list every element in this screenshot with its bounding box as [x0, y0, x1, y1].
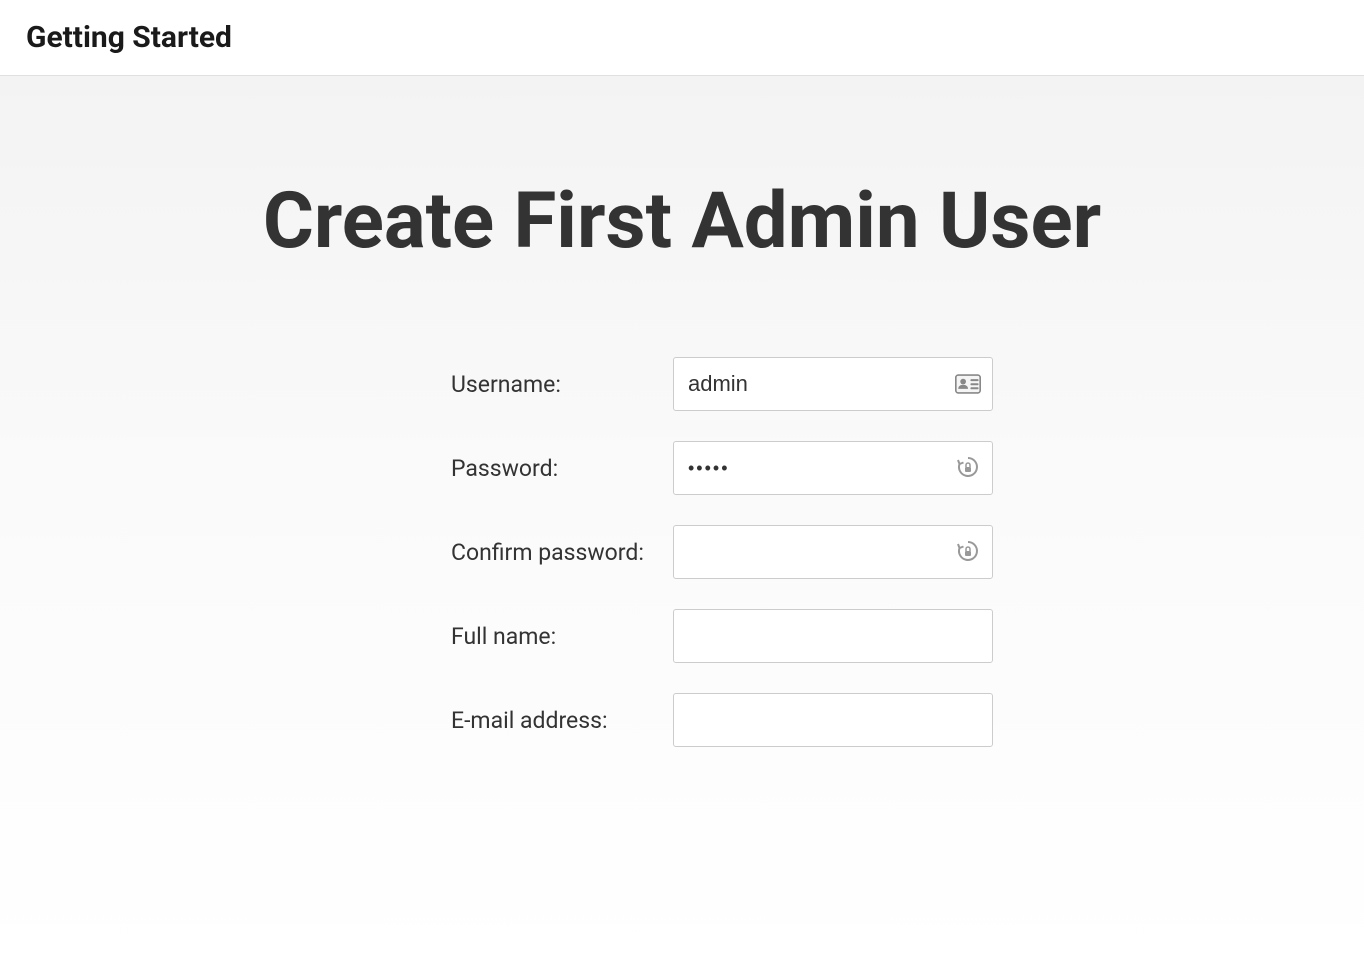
header-title: Getting Started — [26, 20, 1338, 55]
password-label: Password: — [451, 455, 673, 482]
username-row: Username: — [451, 357, 1117, 411]
header: Getting Started — [0, 0, 1364, 76]
email-label: E-mail address: — [451, 707, 673, 734]
confirm-password-input[interactable] — [673, 525, 993, 579]
confirm-password-label: Confirm password: — [451, 539, 673, 566]
confirm-password-row: Confirm password: — [451, 525, 1117, 579]
username-input-wrapper — [673, 357, 993, 411]
fullname-label: Full name: — [451, 623, 673, 650]
email-input[interactable] — [673, 693, 993, 747]
email-input-wrapper — [673, 693, 993, 747]
admin-user-form: Username: Password: — [247, 357, 1117, 747]
fullname-input-wrapper — [673, 609, 993, 663]
username-label: Username: — [451, 371, 673, 398]
email-row: E-mail address: — [451, 693, 1117, 747]
fullname-input[interactable] — [673, 609, 993, 663]
username-input[interactable] — [673, 357, 993, 411]
confirm-password-input-wrapper — [673, 525, 993, 579]
password-row: Password: — [451, 441, 1117, 495]
password-input-wrapper — [673, 441, 993, 495]
page-title: Create First Admin User — [0, 176, 1364, 267]
password-input[interactable] — [673, 441, 993, 495]
fullname-row: Full name: — [451, 609, 1117, 663]
main-content: Create First Admin User Username: — [0, 76, 1364, 960]
